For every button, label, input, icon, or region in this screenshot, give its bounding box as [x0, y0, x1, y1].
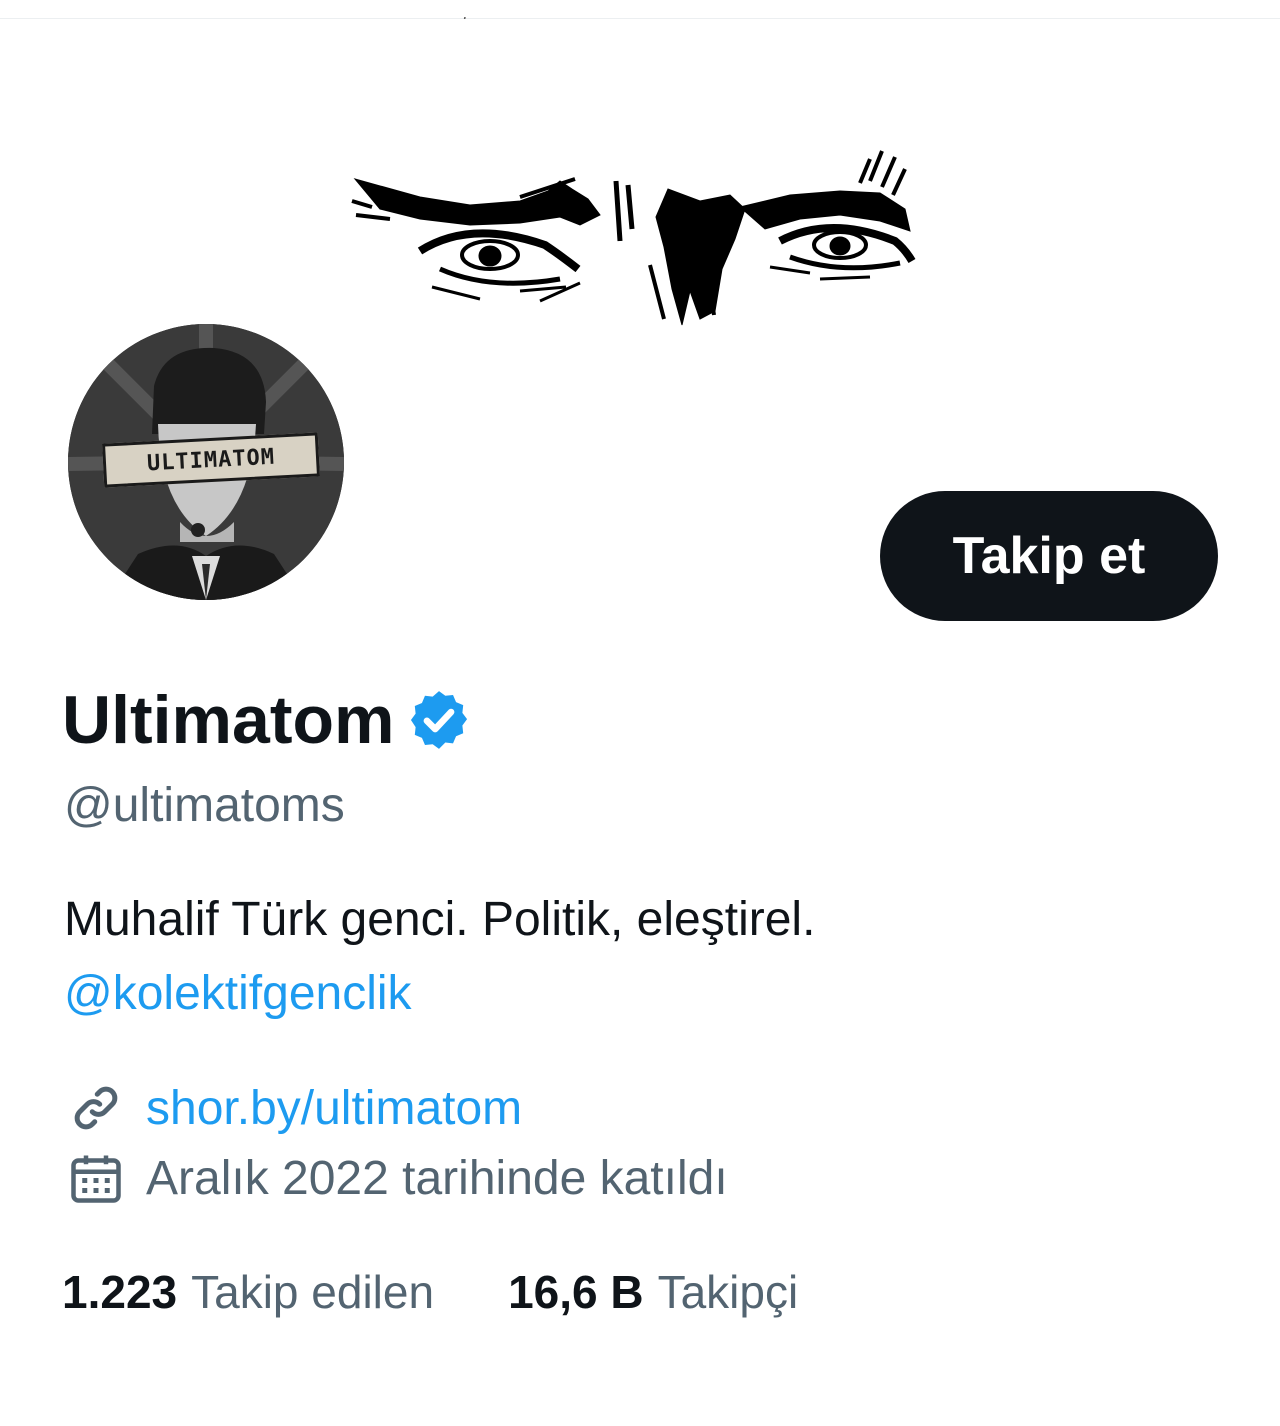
verified-badge-icon[interactable]: [406, 687, 472, 753]
display-name-row: Ultimatom: [62, 680, 472, 760]
following-label: Takip edilen: [191, 1266, 435, 1318]
website-row: shor.by/ultimatom: [66, 1078, 522, 1138]
display-name: Ultimatom: [62, 682, 395, 758]
followers-stat[interactable]: 16,6 B Takipçi: [508, 1265, 798, 1319]
follow-button[interactable]: Takip et: [880, 491, 1218, 621]
followers-label: Takipçi: [657, 1266, 799, 1318]
joined-date: Aralık 2022 tarihinde katıldı: [146, 1151, 728, 1205]
handle: @ultimatoms: [64, 779, 345, 832]
link-icon: [74, 1086, 118, 1130]
calendar-icon: [71, 1155, 121, 1203]
following-stat[interactable]: 1.223 Takip edilen: [62, 1265, 434, 1319]
following-count: 1.223: [62, 1266, 178, 1318]
website-link[interactable]: shor.by/ultimatom: [146, 1081, 522, 1136]
bio-text: Muhalif Türk genci. Politik, eleştirel.: [64, 893, 816, 946]
joined-row: Aralık 2022 tarihinde katıldı: [66, 1148, 728, 1208]
followers-count: 16,6 B: [508, 1266, 644, 1318]
follow-stats: 1.223 Takip edilen 16,6 B Takipçi: [62, 1262, 872, 1322]
bio-mention-link[interactable]: @kolektifgenclik: [64, 966, 412, 1021]
